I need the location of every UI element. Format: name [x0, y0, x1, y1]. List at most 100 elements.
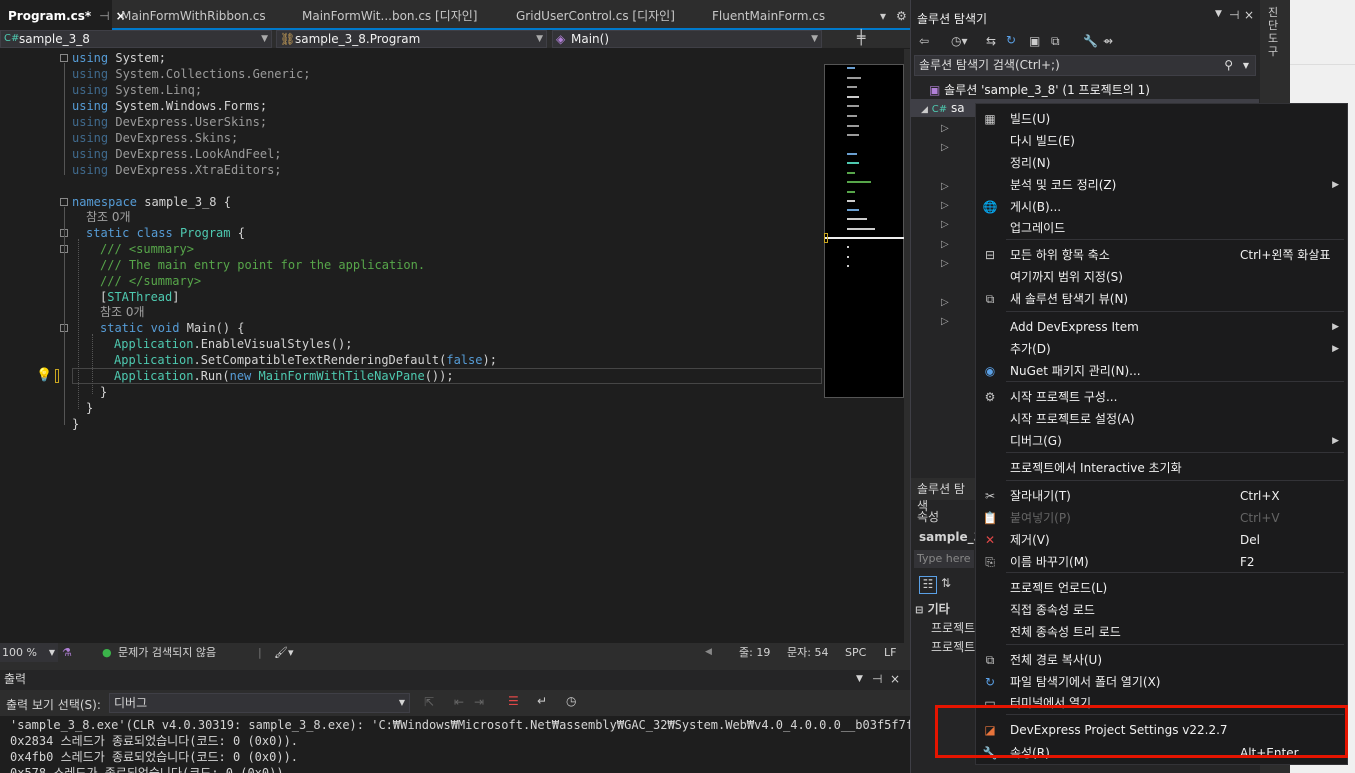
code-minimap[interactable] [824, 64, 905, 398]
menu-separator [1006, 452, 1344, 453]
close-icon[interactable]: × [1244, 8, 1254, 22]
menu-item-13[interactable]: ⚙ 시작 프로젝트 구성... [976, 386, 1347, 408]
menu-item-11[interactable]: 추가(D) ▶ [976, 338, 1347, 360]
menu-item-15[interactable]: 디버그(G) ▶ [976, 430, 1347, 452]
menu-item-24[interactable]: ⧉ 전체 경로 복사(U) [976, 649, 1347, 671]
whitespace-mode[interactable]: SPC [845, 643, 866, 662]
menu-item-23[interactable]: 전체 종속성 트리 로드 [976, 621, 1347, 643]
line-ending[interactable]: LF [884, 643, 896, 662]
sync-icon[interactable]: ⇆ [986, 34, 996, 48]
menu-item-18[interactable]: 📋 붙여넣기(P) Ctrl+V [976, 507, 1347, 529]
menu-item-22[interactable]: 직접 종속성 로드 [976, 599, 1347, 621]
clear-all-icon[interactable]: ☰ [508, 694, 519, 708]
menu-item-3[interactable]: 정리(N) [976, 152, 1347, 174]
tab-mainformwithribbon[interactable]: MainFormWithRibbon.cs [113, 0, 293, 30]
close-icon[interactable]: × [890, 670, 900, 688]
alphabetical-icon[interactable]: ⇅ [941, 576, 951, 590]
reference-count[interactable]: 참조 0개 [100, 304, 145, 320]
collapse-all-icon[interactable]: ▣ [1029, 34, 1040, 48]
history-icon[interactable]: ◷▾ [951, 34, 968, 48]
settings-gear-icon[interactable]: ⚙ [888, 0, 908, 30]
menu-item-8[interactable]: 여기까지 범위 지정(S) [976, 266, 1347, 288]
splitter[interactable] [0, 662, 910, 670]
minimap-line [847, 191, 855, 193]
menu-item-9[interactable]: ⧉ 새 솔루션 탐색기 뷰(N) [976, 288, 1347, 310]
menu-item-7[interactable]: ⊟ 모든 하위 항목 축소 Ctrl+왼쪽 화살표 [976, 244, 1347, 266]
pin-icon[interactable]: ⊣ [1229, 8, 1239, 22]
code-cleanup-icon[interactable]: 🖌▾ [274, 643, 294, 662]
properties-search-input[interactable]: Type here to [914, 550, 974, 568]
rename-icon: ⎘ [985, 555, 995, 569]
project-dropdown[interactable]: C# sample_3_8 ▼ [0, 30, 272, 48]
menu-item-6[interactable]: 업그레이드 [976, 217, 1347, 239]
property-row[interactable]: 프로젝트 [931, 638, 975, 655]
method-dropdown[interactable]: ◈ Main() ▼ [552, 30, 822, 48]
menu-item-19[interactable]: ✕ 제거(V) Del [976, 529, 1347, 551]
menu-item-12[interactable]: ◉ NuGet 패키지 관리(N)... [976, 360, 1347, 382]
output-source-dropdown[interactable]: 디버그 ▼ [109, 693, 410, 713]
menu-item-4[interactable]: 분석 및 코드 정리(Z) ▶ [976, 174, 1347, 196]
project-node[interactable]: ◢ C# sa [921, 101, 965, 115]
menu-item-10[interactable]: Add DevExpress Item ▶ [976, 316, 1347, 338]
code-comment: /// </summary> [100, 274, 202, 288]
menu-item-14[interactable]: 시작 프로젝트로 설정(A) [976, 408, 1347, 430]
menu-item-shortcut: Ctrl+왼쪽 화살표 [1240, 248, 1331, 262]
menu-item-20[interactable]: ⎘ 이름 바꾸기(M) F2 [976, 551, 1347, 573]
output-text[interactable]: 'sample_3_8.exe'(CLR v4.0.30319: sample_… [0, 716, 910, 773]
prev-message-icon[interactable]: ⇤ [454, 695, 464, 709]
solution-root[interactable]: ▣ 솔루션 'sample_3_8' (1 프로젝트의 1) [929, 81, 1150, 98]
menu-item-5[interactable]: 🌐 게시(B)... [976, 196, 1347, 218]
scroll-left-icon[interactable]: ◀ [705, 643, 712, 662]
minimap-line [847, 162, 859, 164]
menu-item-label: 모든 하위 항목 축소 [1010, 248, 1110, 262]
show-all-files-icon[interactable]: ⧉ [1051, 34, 1060, 49]
menu-item-25[interactable]: ↻ 파일 탐색기에서 폴더 열기(X) [976, 671, 1347, 693]
find-message-icon[interactable]: ⇱ [424, 695, 434, 709]
clock-icon[interactable]: ◷ [566, 694, 576, 708]
tab-mainformwit-designer[interactable]: MainFormWit...bon.cs [디자인] [294, 0, 499, 30]
next-message-icon[interactable]: ⇥ [474, 695, 484, 709]
check-icon: ● [102, 646, 112, 659]
menu-item-21[interactable]: 프로젝트 언로드(L) [976, 577, 1347, 599]
health-icon[interactable]: ⚗ [62, 643, 72, 662]
property-row[interactable]: 프로젝트 [931, 619, 975, 636]
back-icon[interactable]: ⇦ [919, 34, 929, 48]
pin-icon[interactable]: ⊣ [99, 9, 109, 23]
line-number[interactable]: 줄: 19 [739, 643, 770, 662]
solution-bottom-tab[interactable]: 솔루션 탐색 [911, 478, 975, 513]
zoom-dropdown[interactable]: 100 % ▼ [0, 643, 58, 662]
word-wrap-icon[interactable]: ↵ [537, 694, 547, 708]
char-number[interactable]: 문자: 54 [787, 643, 828, 662]
reference-count[interactable]: 참조 0개 [86, 209, 131, 225]
issues-text[interactable]: 문제가 검색되지 않음 [118, 643, 216, 662]
output-line: 'sample_3_8.exe'(CLR v4.0.30319: sample_… [10, 718, 910, 732]
tree-expanders[interactable]: ▷ ▷ ▷ ▷ ▷ ▷ ▷ ▷ ▷ [941, 119, 949, 331]
lightbulb-icon[interactable]: 💡 [36, 368, 52, 383]
dropdown-icon[interactable]: ▼ [1215, 9, 1222, 19]
code-editor[interactable]: using System; using System.Collections.G… [0, 49, 822, 643]
split-icon[interactable]: ╪ [857, 30, 865, 46]
output-line: 0x4fb0 스레드가 종료되었습니다(코드: 0 (0x0)). [10, 750, 299, 764]
menu-item-1[interactable]: ▦ 빌드(U) [976, 108, 1347, 130]
submenu-arrow-icon: ▶ [1332, 436, 1339, 446]
dropdown-icon[interactable]: ▼ [856, 670, 863, 688]
preview-icon[interactable]: ⇴ [1103, 34, 1113, 48]
menu-item-16[interactable]: 프로젝트에서 Interactive 초기화 [976, 457, 1347, 479]
categorized-icon[interactable]: ☷ [919, 576, 937, 594]
tab-gridusercontrol-designer[interactable]: GridUserControl.cs [디자인] [508, 0, 703, 30]
solution-search-input[interactable]: 솔루션 탐색기 검색(Ctrl+;) ⚲ ▼ [914, 55, 1256, 76]
collapse-toggle[interactable] [60, 198, 68, 206]
wrench-icon[interactable]: 🔧 [1083, 34, 1098, 48]
tab-fluentmainform[interactable]: FluentMainForm.cs [704, 0, 854, 30]
code-line: using System.Linq; [72, 83, 203, 97]
pin-icon[interactable]: ⊣ [872, 670, 882, 688]
menu-separator [1006, 572, 1344, 573]
collapse-toggle[interactable] [60, 54, 68, 62]
menu-item-17[interactable]: ✂ 잘라내기(T) Ctrl+X [976, 485, 1347, 507]
menu-item-2[interactable]: 다시 빌드(E) [976, 130, 1347, 152]
refresh-icon[interactable]: ↻ [1006, 33, 1016, 47]
tab-program-cs[interactable]: Program.cs* ⊣ × [0, 0, 126, 30]
class-dropdown[interactable]: ⛓ sample_3_8.Program ▼ [276, 30, 547, 48]
category-header[interactable]: ⊟ 기타 [915, 600, 950, 617]
menu-item-label: 빌드(U) [1010, 112, 1051, 126]
